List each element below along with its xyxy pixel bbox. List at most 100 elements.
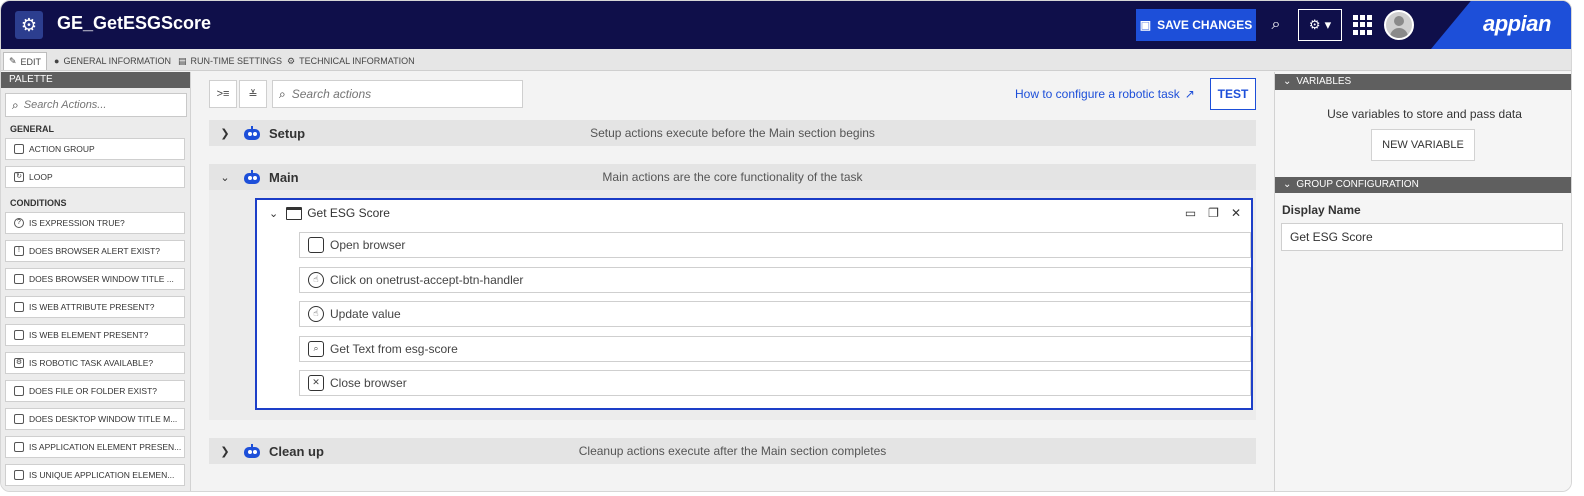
palette-item-condition[interactable]: DOES BROWSER WINDOW TITLE ... [5, 268, 185, 290]
palette-item-label: LOOP [29, 172, 53, 182]
section-main[interactable]: ⌄ Main Main actions are the core functio… [209, 164, 1256, 190]
close-icon[interactable]: ✕ [1231, 206, 1241, 220]
help-link[interactable]: How to configure a robotic task ↗ [1015, 87, 1195, 101]
section-description: Setup actions execute before the Main se… [590, 126, 875, 140]
palette-item-label: IS ROBOTIC TASK AVAILABLE? [29, 358, 154, 368]
tab-edit[interactable]: ✎ EDIT [3, 52, 48, 70]
save-changes-button[interactable]: ▣ SAVE CHANGES [1136, 9, 1256, 41]
chevron-right-icon[interactable]: ❯ [215, 127, 235, 140]
main-section-body: ⌄ Get ESG Score ▭ ❐ ✕ Open browser ☝ Cli… [209, 190, 1256, 420]
video-icon[interactable]: ▭ [1185, 206, 1196, 220]
palette-item-condition[interactable]: ⚙ IS ROBOTIC TASK AVAILABLE? [5, 352, 185, 374]
chevron-down-icon[interactable]: ⌄ [215, 171, 235, 184]
test-button[interactable]: TEST [1210, 78, 1256, 110]
tab-general-information[interactable]: ● GENERAL INFORMATION [49, 52, 176, 70]
cogs-icon: ⚙ [287, 55, 296, 66]
action-label: Update value [330, 307, 401, 321]
robot-icon [243, 170, 261, 184]
display-name-input[interactable] [1281, 223, 1563, 251]
palette-item-label: IS EXPRESSION TRUE? [29, 218, 125, 228]
action-group-tools: ▭ ❐ ✕ [1185, 206, 1241, 220]
action-group-title: Get ESG Score [307, 206, 390, 220]
palette-title: PALETTE [1, 72, 190, 88]
action-label: Open browser [330, 238, 406, 252]
palette-item-condition[interactable]: IS WEB ELEMENT PRESENT? [5, 324, 185, 346]
palette-item-label: DOES BROWSER WINDOW TITLE ... [29, 274, 174, 284]
robotic-task-icon: ⚙ [15, 11, 43, 39]
top-header: ⚙ GE_GetESGScore ▣ SAVE CHANGES ⌕ ⚙ ▾ ap… [1, 1, 1571, 49]
palette-item-condition[interactable]: ! DOES BROWSER ALERT EXIST? [5, 240, 185, 262]
browser-window-icon [14, 274, 24, 284]
new-variable-button[interactable]: NEW VARIABLE [1371, 129, 1475, 161]
close-browser-icon: ✕ [308, 375, 324, 391]
collapse-all-button[interactable]: ≚ [239, 80, 267, 108]
chevron-down-icon[interactable]: ⌄ [269, 207, 278, 220]
section-setup[interactable]: ❯ Setup Setup actions execute before the… [209, 120, 1256, 146]
tab-general-information-label: GENERAL INFORMATION [63, 56, 171, 66]
section-name: Main [269, 169, 299, 185]
action-item[interactable]: ✕ Close browser [299, 370, 1251, 396]
section-description: Main actions are the core functionality … [602, 170, 863, 184]
section-cleanup[interactable]: ❯ Clean up Cleanup actions execute after… [209, 438, 1256, 464]
actions-search-input[interactable] [291, 87, 512, 101]
caret-down-icon: ▾ [1324, 17, 1332, 32]
palette-item-condition[interactable]: IS UNIQUE APPLICATION ELEMEN... [5, 464, 185, 486]
variables-title: VARIABLES [1296, 76, 1352, 87]
action-item[interactable]: ☝ Update value [299, 301, 1251, 327]
chevron-down-icon: ⌄ [1283, 179, 1292, 190]
search-objects-icon[interactable]: ⌕ [1265, 14, 1287, 36]
palette-item-condition[interactable]: DOES DESKTOP WINDOW TITLE M... [5, 408, 185, 430]
palette-item-label: IS WEB ATTRIBUTE PRESENT? [29, 302, 155, 312]
palette-item-condition[interactable]: IS WEB ATTRIBUTE PRESENT? [5, 296, 185, 318]
question-icon: ? [14, 218, 24, 228]
palette-panel: PALETTE ⌕ GENERAL ACTION GROUP ↻ LOOP CO… [1, 72, 191, 491]
web-element-icon [14, 330, 24, 340]
action-item[interactable]: ⌕ Get Text from esg-score [299, 336, 1251, 362]
tab-bar: ✎ EDIT ● GENERAL INFORMATION ▤ RUN-TIME … [1, 49, 1571, 71]
palette-item-condition[interactable]: IS APPLICATION ELEMENT PRESEN... [5, 436, 185, 458]
tab-technical-information[interactable]: ⚙ TECHNICAL INFORMATION [282, 52, 420, 70]
browser-window-icon [308, 237, 324, 253]
loop-icon: ↻ [14, 172, 24, 182]
tab-technical-information-label: TECHNICAL INFORMATION [299, 56, 415, 66]
window-icon [14, 144, 24, 154]
palette-search[interactable]: ⌕ [5, 93, 187, 117]
section-name: Setup [269, 125, 306, 141]
expand-all-button[interactable]: >≡ [209, 80, 237, 108]
action-group[interactable]: ⌄ Get ESG Score ▭ ❐ ✕ Open browser ☝ Cli… [255, 198, 1253, 410]
get-text-icon: ⌕ [308, 341, 324, 357]
tab-run-time-settings-label: RUN-TIME SETTINGS [190, 56, 283, 66]
apps-grid-icon[interactable] [1353, 15, 1373, 35]
action-item[interactable]: Open browser [299, 232, 1251, 258]
search-icon: ⌕ [12, 97, 19, 112]
palette-item-condition[interactable]: ? IS EXPRESSION TRUE? [5, 212, 185, 234]
palette-item-label: DOES DESKTOP WINDOW TITLE M... [29, 414, 178, 424]
palette-item-action-group[interactable]: ACTION GROUP [5, 138, 185, 160]
palette-item-label: ACTION GROUP [29, 144, 95, 154]
click-icon: ☝ [308, 306, 324, 322]
palette-search-input[interactable] [23, 99, 174, 111]
action-item[interactable]: ☝ Click on onetrust-accept-btn-handler [299, 267, 1251, 293]
application-element-icon [14, 442, 24, 452]
palette-item-loop[interactable]: ↻ LOOP [5, 166, 185, 188]
chevron-down-icon: ⌄ [1283, 76, 1292, 87]
tab-edit-label: EDIT [20, 56, 42, 67]
collapse-all-icon: ≚ [248, 88, 258, 101]
chevron-right-icon[interactable]: ❯ [215, 445, 235, 458]
user-avatar[interactable] [1384, 10, 1414, 40]
group-configuration-header[interactable]: ⌄ GROUP CONFIGURATION [1275, 177, 1571, 193]
settings-menu-button[interactable]: ⚙ ▾ [1298, 9, 1342, 41]
pencil-icon: ✎ [9, 56, 17, 66]
copy-icon[interactable]: ❐ [1208, 206, 1219, 220]
search-icon: ⌕ [279, 86, 286, 101]
save-icon: ▣ [1139, 18, 1152, 32]
action-label: Close browser [330, 376, 407, 390]
task-canvas: >≡ ≚ ⌕ How to configure a robotic task ↗… [192, 72, 1273, 491]
action-label: Click on onetrust-accept-btn-handler [330, 273, 524, 287]
tab-run-time-settings[interactable]: ▤ RUN-TIME SETTINGS [173, 52, 287, 70]
actions-search[interactable]: ⌕ [272, 80, 523, 108]
desktop-window-icon [14, 414, 24, 424]
variables-header[interactable]: ⌄ VARIABLES [1275, 74, 1571, 90]
palette-item-condition[interactable]: DOES FILE OR FOLDER EXIST? [5, 380, 185, 402]
action-group-header: ⌄ Get ESG Score [257, 200, 1251, 226]
